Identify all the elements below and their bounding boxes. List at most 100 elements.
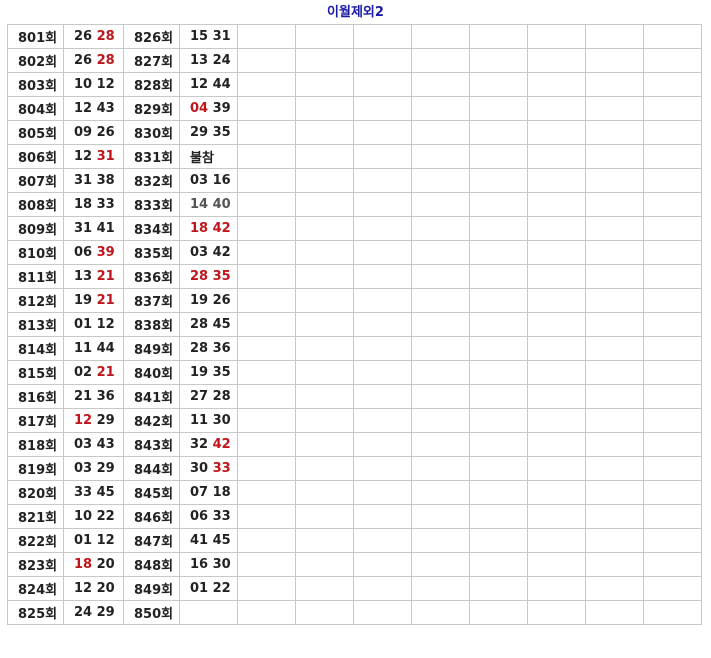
empty-cell (411, 168, 470, 193)
round-numbers (179, 600, 238, 625)
empty-cell (353, 456, 412, 481)
empty-cell (585, 144, 644, 169)
empty-cell (411, 144, 470, 169)
empty-cell (469, 456, 528, 481)
empty-cell (469, 168, 528, 193)
draw-number: 33 (212, 509, 231, 524)
empty-cell (643, 360, 702, 385)
round-label: 811회 (7, 264, 64, 289)
empty-cell (585, 312, 644, 337)
empty-cell (585, 192, 644, 217)
round-label: 815회 (7, 360, 64, 385)
empty-cell (585, 576, 644, 601)
empty-cell (237, 600, 296, 625)
draw-number: 16 (212, 173, 231, 188)
draw-number: 42 (212, 221, 231, 236)
table-row: 814회 11 44 849회 28 36 (7, 336, 702, 361)
draw-number: 19 (74, 293, 93, 308)
empty-cell (527, 504, 586, 529)
round-label: 810회 (7, 240, 64, 265)
round-label: 846회 (123, 504, 180, 529)
round-numbers: 10 22 (63, 504, 124, 529)
empty-cell (585, 48, 644, 73)
empty-cell (643, 96, 702, 121)
empty-cell (469, 336, 528, 361)
draw-number: 43 (96, 437, 115, 452)
empty-cell (469, 312, 528, 337)
empty-cell (295, 504, 354, 529)
empty-cell (237, 216, 296, 241)
empty-cell (237, 480, 296, 505)
empty-cell (237, 528, 296, 553)
empty-cell (237, 240, 296, 265)
round-label: 845회 (123, 480, 180, 505)
round-numbers: 11 44 (63, 336, 124, 361)
round-numbers: 19 26 (179, 288, 238, 313)
draw-number: 39 (212, 101, 231, 116)
draw-number: 10 (74, 509, 93, 524)
round-numbers: 01 12 (63, 312, 124, 337)
empty-cell (353, 72, 412, 97)
empty-cell (237, 552, 296, 577)
round-numbers: 12 43 (63, 96, 124, 121)
round-numbers: 14 40 (179, 192, 238, 217)
empty-cell (295, 120, 354, 145)
round-numbers: 32 42 (179, 432, 238, 457)
table-row: 822회 01 12 847회 41 45 (7, 528, 702, 553)
round-numbers: 24 29 (63, 600, 124, 625)
draw-number: 21 (74, 389, 93, 404)
draw-number: 31 (96, 149, 115, 164)
empty-cell (527, 312, 586, 337)
draw-number: 24 (74, 605, 93, 620)
round-numbers: 01 22 (179, 576, 238, 601)
draw-number: 28 (190, 269, 209, 284)
round-numbers: 18 33 (63, 192, 124, 217)
round-label: 828회 (123, 72, 180, 97)
round-label: 827회 (123, 48, 180, 73)
empty-cell (469, 216, 528, 241)
empty-cell (353, 144, 412, 169)
results-body: 801회 26 28 826회 15 31 802회 26 28 827회 13 24 803회… (7, 24, 702, 625)
draw-number: 11 (190, 413, 209, 428)
table-row: 823회 18 20 848회 16 30 (7, 552, 702, 577)
draw-number: 29 (96, 461, 115, 476)
draw-number: 15 (190, 29, 209, 44)
empty-cell (295, 192, 354, 217)
draw-number: 18 (212, 485, 231, 500)
round-numbers: 18 20 (63, 552, 124, 577)
round-numbers: 21 36 (63, 384, 124, 409)
draw-number: 35 (212, 365, 231, 380)
empty-cell (527, 240, 586, 265)
draw-number: 41 (96, 221, 115, 236)
draw-number: 12 (74, 581, 93, 596)
empty-cell (585, 504, 644, 529)
table-row: 825회 24 29 850회 (7, 600, 702, 625)
empty-cell (643, 408, 702, 433)
round-label: 818회 (7, 432, 64, 457)
draw-number: 12 (190, 77, 209, 92)
round-label: 817회 (7, 408, 64, 433)
empty-cell (237, 264, 296, 289)
round-numbers: 19 21 (63, 288, 124, 313)
empty-cell (585, 360, 644, 385)
draw-number: 29 (190, 125, 209, 140)
empty-cell (237, 96, 296, 121)
table-row: 805회 09 26 830회 29 35 (7, 120, 702, 145)
round-label: 826회 (123, 24, 180, 49)
empty-cell (469, 48, 528, 73)
empty-cell (295, 384, 354, 409)
round-numbers: 41 45 (179, 528, 238, 553)
empty-cell (585, 408, 644, 433)
empty-cell (527, 408, 586, 433)
empty-cell (643, 240, 702, 265)
empty-cell (643, 48, 702, 73)
empty-cell (585, 96, 644, 121)
empty-cell (643, 312, 702, 337)
table-row: 803회 10 12 828회 12 44 (7, 72, 702, 97)
round-label: 813회 (7, 312, 64, 337)
round-numbers: 26 28 (63, 48, 124, 73)
empty-cell (527, 456, 586, 481)
table-row: 801회 26 28 826회 15 31 (7, 24, 702, 49)
round-label: 833회 (123, 192, 180, 217)
draw-number: 35 (212, 125, 231, 140)
